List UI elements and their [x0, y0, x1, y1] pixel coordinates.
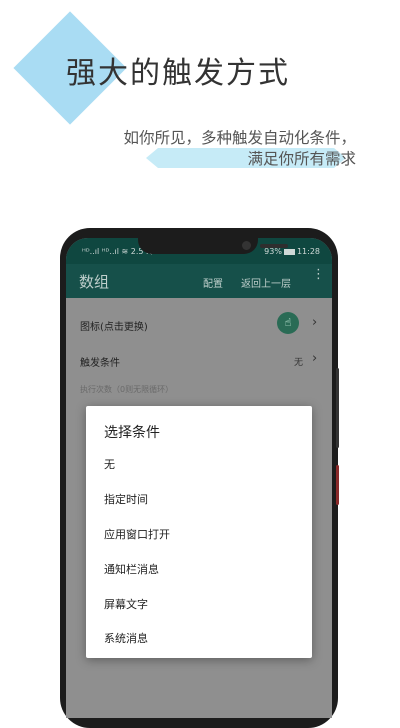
icon-setting-row[interactable]: 图标(点击更换) ☝ › — [66, 310, 332, 340]
option-system-message[interactable]: 系统消息 — [104, 630, 148, 646]
chevron-right-icon: › — [312, 351, 318, 366]
page-title: 数组 — [79, 273, 110, 291]
option-none[interactable]: 无 — [104, 456, 115, 472]
promo-headline: 强大的触发方式 — [66, 56, 290, 91]
app-bar: 数组 配置 返回上一层 ⋮ — [66, 264, 332, 298]
status-right: 93% 11:28 — [264, 247, 320, 256]
icon-setting-label: 图标(点击更换) — [80, 322, 148, 333]
execution-count-hint: 执行次数（0则无限循环） — [80, 385, 174, 394]
option-notification-message[interactable]: 通知栏消息 — [104, 561, 159, 577]
option-screen-text[interactable]: 屏幕文字 — [104, 596, 148, 612]
trigger-condition-row[interactable]: 触发条件 无 › — [66, 348, 332, 374]
option-app-window-open[interactable]: 应用窗口打开 — [104, 526, 170, 542]
status-time: 11:28 — [296, 247, 320, 256]
battery-icon — [283, 248, 295, 255]
execution-count-row[interactable]: 执行次数（0则无限循环） — [66, 382, 332, 400]
status-bar: ᴴᴰ..ıl ᴴᴰ..ıl ≋ 2.5 K/s 93% 11:28 — [66, 238, 332, 264]
option-specified-time[interactable]: 指定时间 — [104, 491, 148, 507]
chevron-right-icon: › — [312, 315, 318, 330]
trigger-condition-label: 触发条件 — [80, 358, 120, 369]
power-button — [336, 465, 339, 505]
config-button[interactable]: 配置 — [203, 275, 223, 290]
select-condition-dialog: 选择条件 无 指定时间 应用窗口打开 通知栏消息 屏幕文字 系统消息 — [86, 406, 312, 658]
back-to-parent-button[interactable]: 返回上一层 — [241, 275, 291, 290]
battery-percent: 93% — [264, 247, 282, 256]
promo-subtitle: 如你所见，多种触发自动化条件，满足你所有需求 — [123, 129, 356, 168]
touch-finger-icon[interactable]: ☝ — [277, 312, 299, 334]
more-icon[interactable]: ⋮ — [312, 268, 325, 281]
camera-icon — [242, 241, 251, 250]
dialog-title: 选择条件 — [104, 425, 160, 441]
trigger-condition-value: 无 — [294, 358, 304, 368]
notch — [138, 238, 288, 254]
volume-button — [336, 368, 339, 448]
